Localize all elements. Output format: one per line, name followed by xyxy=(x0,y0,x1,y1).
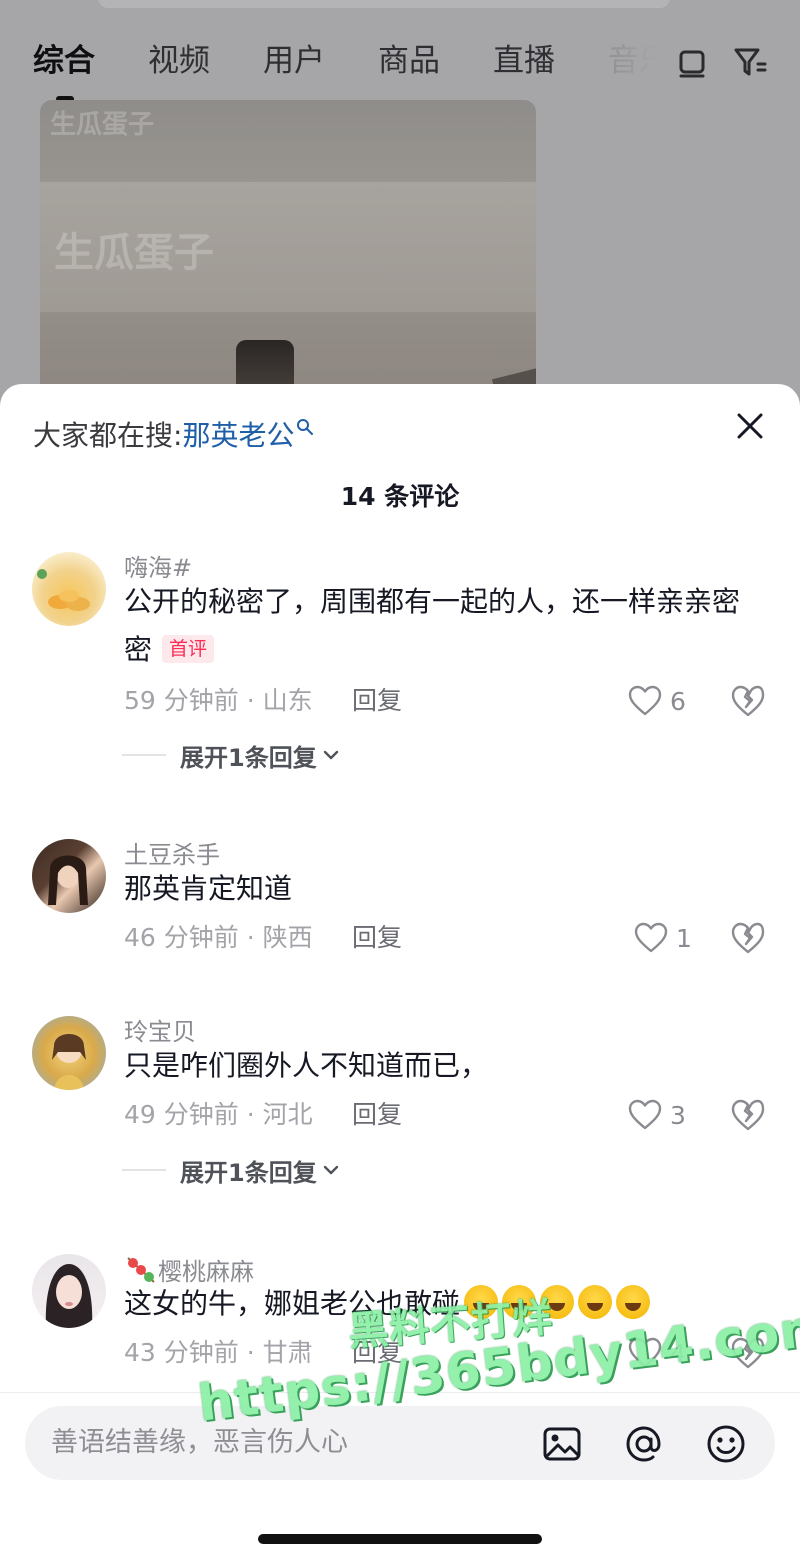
comment-time-location: 49 分钟前 · 河北 xyxy=(124,1100,313,1129)
comment-time-location: 59 分钟前 · 山东 xyxy=(124,686,313,715)
avatar[interactable] xyxy=(32,1254,106,1328)
laughing-emoji-icon xyxy=(578,1285,613,1319)
avatar-image-icon xyxy=(48,855,88,905)
avatar-image-icon xyxy=(37,569,90,611)
like-button[interactable]: 3 xyxy=(628,1095,686,1135)
broken-heart-icon[interactable] xyxy=(730,920,766,956)
filter-icon[interactable] xyxy=(732,44,768,80)
expand-replies-button[interactable]: 展开1条回复 xyxy=(122,738,339,772)
video-thumbnail[interactable]: 生瓜蛋子 生瓜蛋子 xyxy=(40,100,536,400)
like-button[interactable]: 1 xyxy=(634,918,692,958)
reply-button[interactable]: 回复 xyxy=(352,1098,402,1132)
tab-comprehensive[interactable]: 综合 xyxy=(33,36,95,86)
broken-heart-icon[interactable] xyxy=(730,683,766,719)
layout-toggle-icon[interactable] xyxy=(674,44,710,80)
avatar[interactable] xyxy=(32,1016,106,1090)
hot-search-row[interactable]: 大家都在搜:那英老公 xyxy=(33,416,314,456)
comment-body: 只是咋们圈外人不知道而已， xyxy=(124,1049,489,1082)
like-count: 3 xyxy=(670,1100,686,1130)
expand-line xyxy=(122,1169,166,1171)
comment-body: 公开的秘密了，周围都有一起的人，还一样亲亲密密 xyxy=(124,585,741,666)
comment-count-title: 14 条评论 xyxy=(340,482,460,511)
avatar-image-icon xyxy=(45,1264,93,1328)
at-mention-icon[interactable] xyxy=(623,1423,665,1465)
expand-replies-label: 展开1条回复 xyxy=(180,1158,317,1187)
image-icon[interactable] xyxy=(541,1423,583,1465)
avatar[interactable] xyxy=(32,839,106,913)
like-count: 1 xyxy=(676,923,692,953)
broken-heart-icon[interactable] xyxy=(730,1097,766,1133)
first-comment-badge: 首评 xyxy=(162,635,215,663)
avatar-image-icon xyxy=(52,1034,86,1090)
avatar[interactable] xyxy=(32,552,106,626)
reply-button[interactable]: 回复 xyxy=(352,684,402,718)
comment-time-location: 46 分钟前 · 陕西 xyxy=(124,923,313,952)
tab-products[interactable]: 商品 xyxy=(378,36,440,86)
expand-replies-button[interactable]: 展开1条回复 xyxy=(122,1153,339,1187)
tab-video[interactable]: 视频 xyxy=(148,36,210,86)
home-indicator xyxy=(258,1534,542,1544)
like-count: 6 xyxy=(670,686,686,716)
comment-input[interactable]: 善语结善缘，恶言伤人心 xyxy=(25,1406,775,1480)
comment-text: 那英肯定知道 xyxy=(124,865,754,913)
laughing-emoji-icon xyxy=(616,1285,651,1319)
tab-live[interactable]: 直播 xyxy=(493,36,555,86)
thumbnail-watermark: 生瓜蛋子 xyxy=(50,110,155,140)
close-icon xyxy=(737,413,763,439)
hot-search-term[interactable]: 那英老公 xyxy=(182,419,294,452)
comment-body: 那英肯定知道 xyxy=(124,872,293,905)
search-icon xyxy=(297,419,314,435)
heart-icon xyxy=(628,685,662,716)
expand-line xyxy=(122,754,166,756)
tab-users[interactable]: 用户 xyxy=(263,36,325,86)
comment-text: 只是咋们圈外人不知道而已， xyxy=(124,1042,754,1090)
expand-replies-label: 展开1条回复 xyxy=(180,743,317,772)
chevron-down-icon xyxy=(323,750,338,760)
like-button[interactable]: 6 xyxy=(628,681,686,721)
chevron-down-icon xyxy=(323,1165,338,1175)
heart-icon xyxy=(628,1099,662,1130)
thumbnail-watermark-large: 生瓜蛋子 xyxy=(54,230,214,276)
emoji-icon[interactable] xyxy=(705,1423,747,1465)
heart-icon xyxy=(634,922,668,953)
search-bar-background[interactable] xyxy=(98,0,670,8)
comment-text: 公开的秘密了，周围都有一起的人，还一样亲亲密密 首评 xyxy=(124,578,754,674)
hot-search-prefix: 大家都在搜: xyxy=(33,419,183,452)
close-button[interactable] xyxy=(730,406,770,446)
reply-button[interactable]: 回复 xyxy=(352,921,402,955)
